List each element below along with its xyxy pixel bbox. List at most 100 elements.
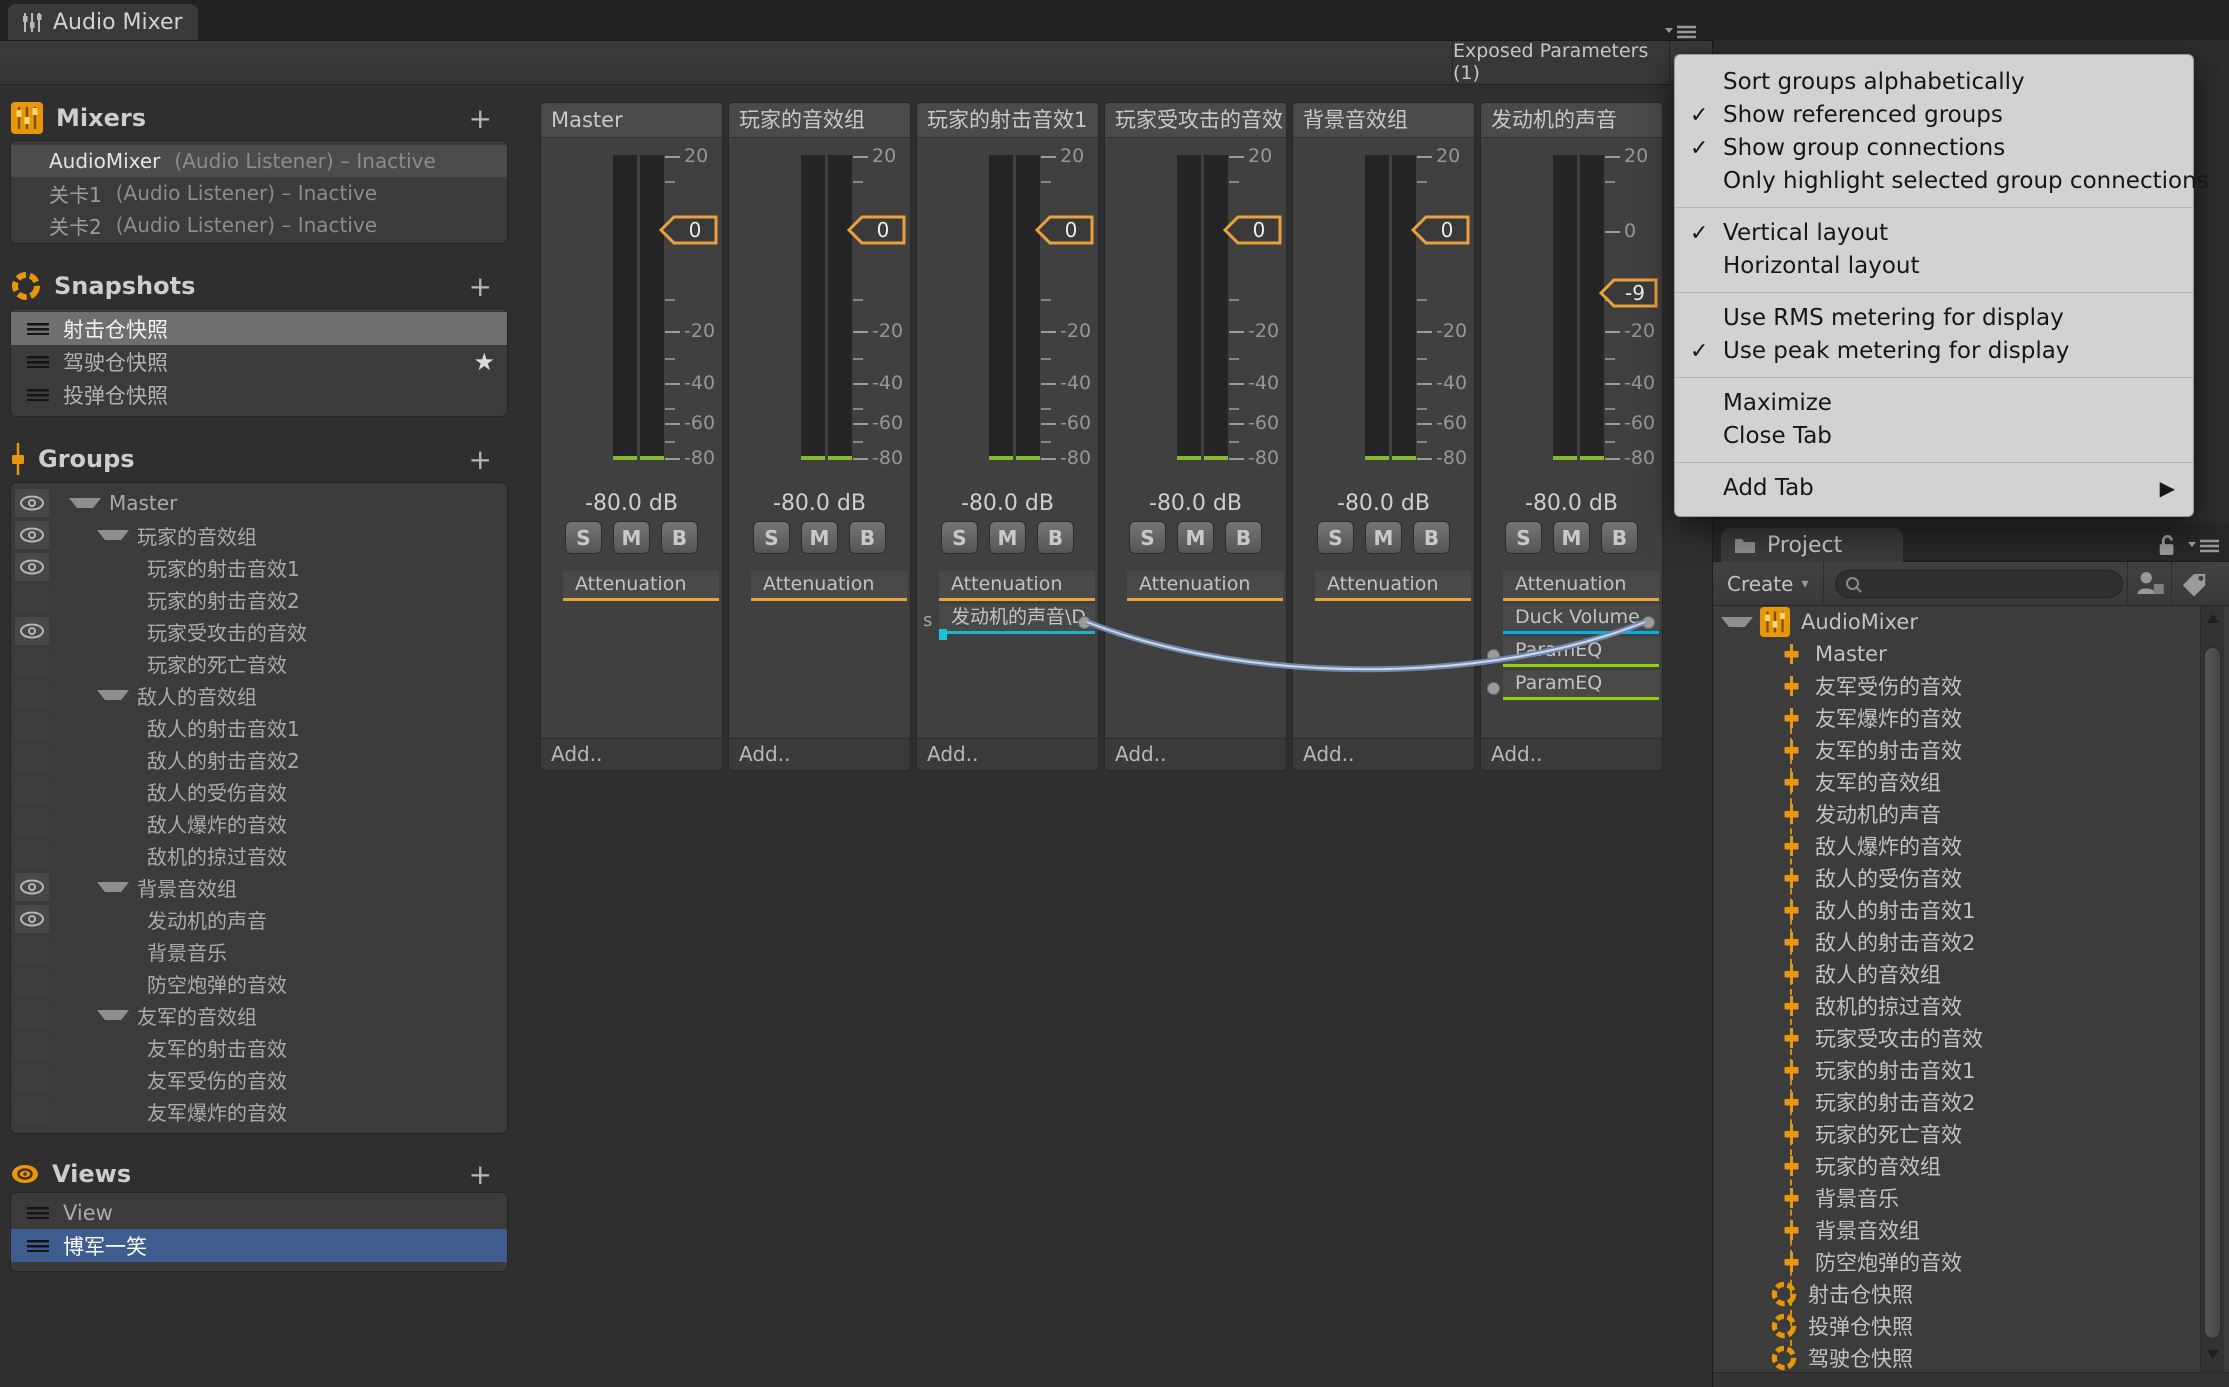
mute-button[interactable]: M [801, 521, 838, 554]
strip-title[interactable]: Master [541, 103, 722, 138]
project-group-item[interactable]: 敌人的射击音效2 [1713, 926, 2193, 958]
volume-fader-handle[interactable]: 0 [1034, 214, 1096, 246]
group-tree-item[interactable]: 友军的射击音效 [11, 1031, 507, 1063]
volume-fader-handle[interactable]: -9 [1598, 277, 1660, 309]
group-tree-item[interactable]: 玩家的射击音效1 [11, 551, 507, 583]
foldout-triangle[interactable] [97, 690, 129, 700]
solo-button[interactable]: S [753, 521, 790, 554]
menu-item[interactable]: Only highlight selected group connection… [1675, 165, 2193, 198]
effect-slot-attenuation[interactable]: Attenuation [1503, 571, 1659, 601]
mixer-list-item[interactable]: 关卡2 (Audio Listener) – Inactive [11, 209, 507, 241]
project-group-item[interactable]: 玩家的音效组 [1713, 1150, 2193, 1182]
eye-toggle-empty[interactable] [15, 1065, 49, 1093]
effect-slot-duck-volume[interactable]: Duck Volume [1503, 604, 1659, 634]
project-group-item[interactable]: 友军爆炸的音效 [1713, 702, 2193, 734]
solo-button[interactable]: S [1129, 521, 1166, 554]
group-tree-item[interactable]: 玩家的死亡音效 [11, 647, 507, 679]
project-group-item[interactable]: 玩家的射击音效1 [1713, 1054, 2193, 1086]
eye-icon[interactable] [15, 617, 49, 645]
effect-slot-attenuation[interactable]: Attenuation [939, 571, 1095, 601]
effect-slot-attenuation[interactable]: Attenuation [751, 571, 907, 601]
add-snapshot-button[interactable]: + [469, 270, 492, 303]
connection-node[interactable] [1078, 616, 1091, 629]
add-effect-button[interactable]: Add.. [1293, 738, 1474, 770]
view-item[interactable]: 博军一笑 [11, 1229, 507, 1262]
tab-project[interactable]: Project [1721, 528, 1903, 562]
eye-icon[interactable] [15, 521, 49, 549]
drag-handle-icon[interactable] [27, 1207, 49, 1219]
group-tree-item[interactable]: 玩家受攻击的音效 [11, 615, 507, 647]
group-tree-item[interactable]: 敌机的掠过音效 [11, 839, 507, 871]
menu-item[interactable]: ✓Use peak metering for display [1675, 335, 2193, 368]
volume-fader-handle[interactable]: 0 [658, 214, 720, 246]
menu-item[interactable]: ✓Vertical layout [1675, 217, 2193, 250]
menu-item[interactable]: ✓Show group connections [1675, 132, 2193, 165]
solo-button[interactable]: S [565, 521, 602, 554]
menu-item[interactable]: Add Tab▶ [1675, 472, 2193, 505]
bypass-button[interactable]: B [849, 521, 886, 554]
strip-title[interactable]: 玩家的音效组 [729, 103, 910, 138]
mute-button[interactable]: M [1553, 521, 1590, 554]
connection-node[interactable] [1642, 616, 1655, 629]
project-group-item[interactable]: Master [1713, 638, 2193, 670]
effect-slot-attenuation[interactable]: Attenuation [563, 571, 719, 601]
eye-icon[interactable] [15, 489, 49, 517]
scroll-down-icon[interactable] [2207, 1350, 2219, 1359]
eye-toggle-empty[interactable] [15, 777, 49, 805]
project-root-item[interactable]: AudioMixer [1713, 606, 2193, 638]
add-mixer-button[interactable]: + [469, 102, 492, 135]
project-group-item[interactable]: 友军的音效组 [1713, 766, 2193, 798]
drag-handle-icon[interactable] [27, 323, 49, 335]
solo-button[interactable]: S [1317, 521, 1354, 554]
menu-item[interactable]: Maximize [1675, 387, 2193, 420]
pane-menu-icon[interactable] [2187, 538, 2221, 554]
group-tree-item[interactable]: 敌人的射击音效1 [11, 711, 507, 743]
project-group-item[interactable]: 敌机的掠过音效 [1713, 990, 2193, 1022]
search-field[interactable] [1835, 570, 2123, 598]
solo-button[interactable]: S [1505, 521, 1542, 554]
mute-button[interactable]: M [989, 521, 1026, 554]
view-item[interactable]: View [11, 1196, 507, 1229]
eye-toggle-empty[interactable] [15, 809, 49, 837]
strip-title[interactable]: 背景音效组 [1293, 103, 1474, 138]
bypass-button[interactable]: B [1037, 521, 1074, 554]
snapshot-item[interactable]: 驾驶仓快照 ★ [11, 345, 507, 378]
project-group-item[interactable]: 发动机的声音 [1713, 798, 2193, 830]
project-group-item[interactable]: 友军的射击音效 [1713, 734, 2193, 766]
add-effect-button[interactable]: Add.. [1481, 738, 1662, 770]
group-tree-item[interactable]: 友军受伤的音效 [11, 1063, 507, 1095]
foldout-triangle[interactable] [97, 1010, 129, 1020]
group-tree-item[interactable]: 敌人的音效组 [11, 679, 507, 711]
add-effect-button[interactable]: Add.. [1105, 738, 1286, 770]
project-group-item[interactable]: 敌人的受伤音效 [1713, 862, 2193, 894]
project-snapshot-item[interactable]: 投弹仓快照 [1713, 1310, 2193, 1342]
group-tree-item[interactable]: Master [11, 487, 507, 519]
strip-title[interactable]: 玩家受攻击的音效 [1105, 103, 1286, 138]
group-tree-item[interactable]: 玩家的音效组 [11, 519, 507, 551]
snapshot-item[interactable]: 射击仓快照 [11, 312, 507, 345]
favorites-filter-icon[interactable] [2135, 570, 2165, 598]
add-effect-button[interactable]: Add.. [541, 738, 722, 770]
volume-fader-handle[interactable]: 0 [1222, 214, 1284, 246]
add-effect-button[interactable]: Add.. [917, 738, 1098, 770]
mixer-list-item[interactable]: 关卡1 (Audio Listener) – Inactive [11, 177, 507, 209]
mixer-list-item[interactable]: AudioMixer (Audio Listener) – Inactive [11, 145, 507, 177]
pane-menu-icon[interactable] [1664, 24, 1698, 40]
group-tree-item[interactable]: 友军的音效组 [11, 999, 507, 1031]
foldout-triangle[interactable] [1721, 617, 1753, 627]
foldout-triangle[interactable] [97, 882, 129, 892]
project-group-item[interactable]: 背景音乐 [1713, 1182, 2193, 1214]
strip-title[interactable]: 发动机的声音 [1481, 103, 1662, 138]
exposed-parameters-button[interactable]: Exposed Parameters (1) [1452, 41, 1670, 83]
menu-item[interactable]: Horizontal layout [1675, 250, 2193, 283]
eye-icon[interactable] [15, 553, 49, 581]
scroll-up-icon[interactable] [2207, 614, 2219, 623]
group-tree-item[interactable]: 防空炮弹的音效 [11, 967, 507, 999]
eye-icon[interactable] [15, 905, 49, 933]
effect-slot-attenuation[interactable]: Attenuation [1127, 571, 1283, 601]
project-group-item[interactable]: 防空炮弹的音效 [1713, 1246, 2193, 1278]
scrollbar-thumb[interactable] [2204, 647, 2221, 1339]
group-tree-item[interactable]: 背景音效组 [11, 871, 507, 903]
eye-icon[interactable] [15, 873, 49, 901]
effect-slot-parameq[interactable]: ParamEQ [1503, 670, 1659, 700]
